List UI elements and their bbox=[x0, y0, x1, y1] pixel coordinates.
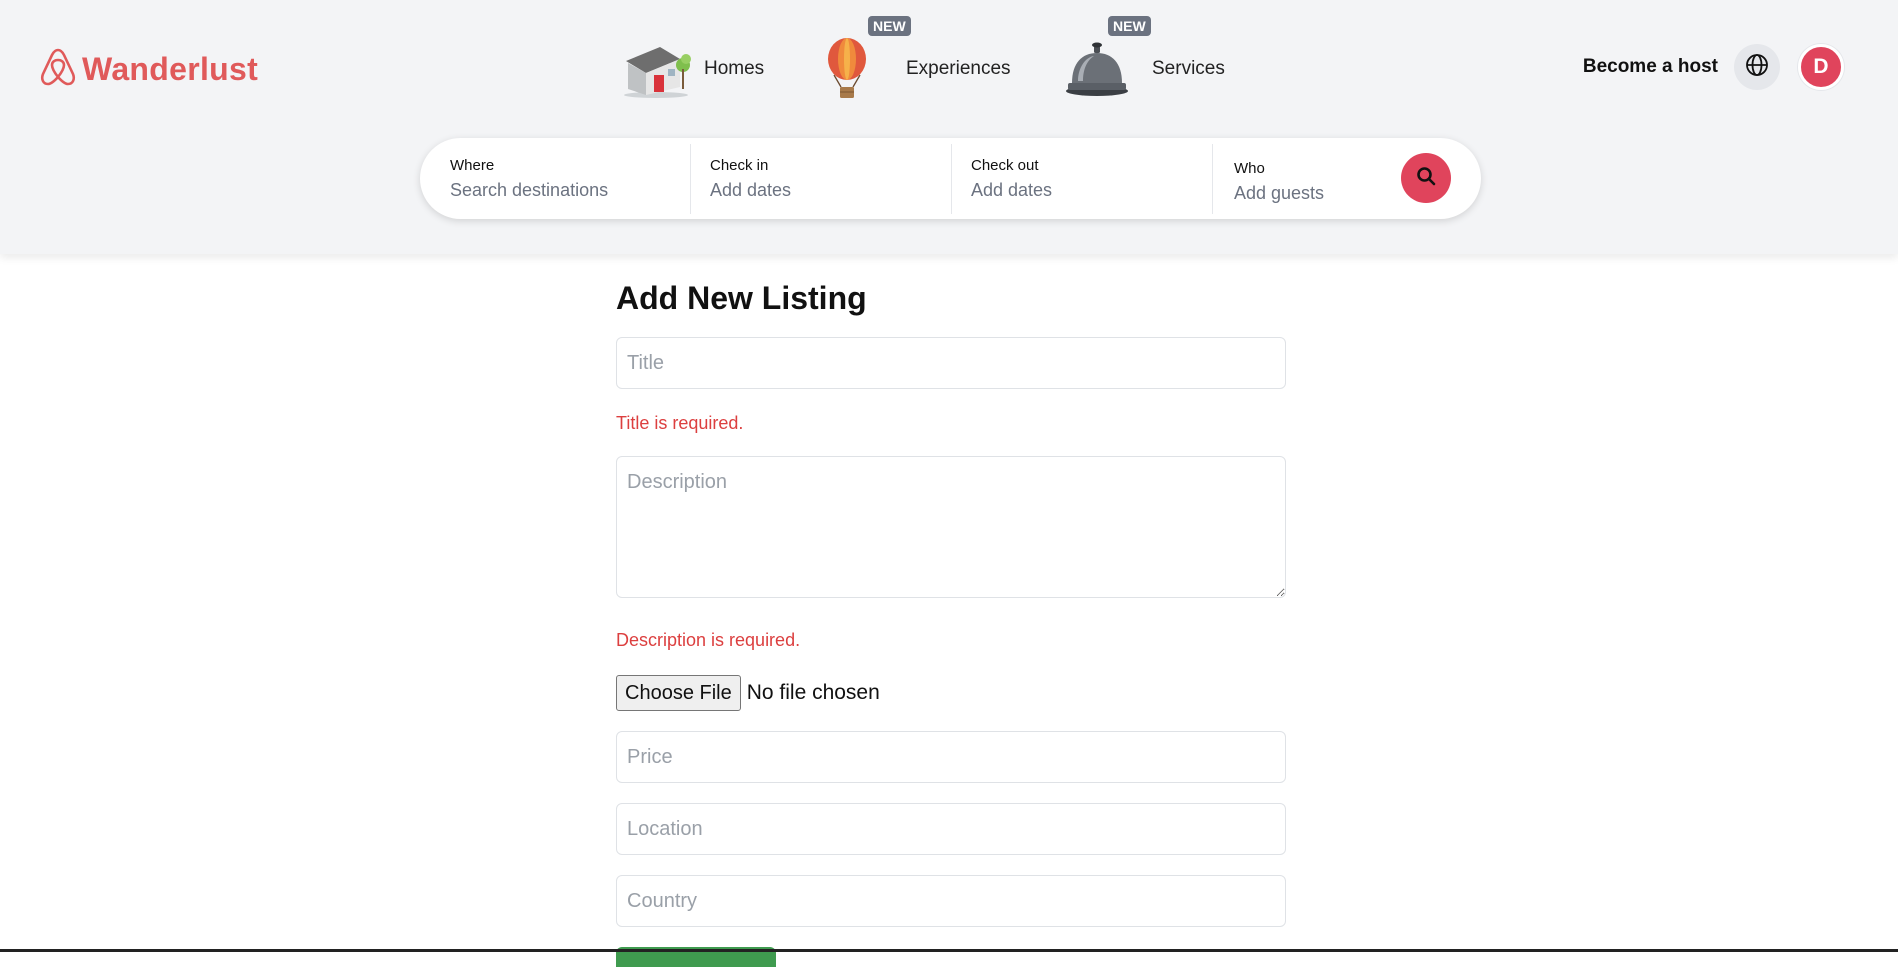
airbnb-logo-icon bbox=[38, 46, 78, 93]
who-label: Who bbox=[1234, 159, 1265, 177]
search-check-in[interactable]: Check in Add dates bbox=[691, 138, 951, 219]
user-avatar[interactable]: D bbox=[1798, 44, 1844, 90]
country-input[interactable] bbox=[616, 875, 1286, 927]
file-status: No file chosen bbox=[746, 681, 880, 704]
where-label: Where bbox=[450, 156, 495, 174]
search-bar: Where Search destinations Check in Add d… bbox=[420, 138, 1481, 219]
page-title: Add New Listing bbox=[616, 280, 867, 316]
logo[interactable]: Wanderlust bbox=[38, 46, 258, 93]
description-error: Description is required. bbox=[616, 630, 801, 650]
title-error: Title is required. bbox=[616, 413, 744, 433]
check-out-label: Check out bbox=[971, 156, 1039, 174]
house-icon bbox=[620, 39, 692, 99]
image-upload: Choose File No file chosen bbox=[616, 675, 1286, 711]
search-check-out[interactable]: Check out Add dates bbox=[952, 138, 1212, 219]
search-who[interactable]: Who Add guests bbox=[1213, 138, 1413, 219]
price-input[interactable] bbox=[616, 731, 1286, 783]
where-placeholder: Search destinations bbox=[450, 179, 609, 200]
check-in-placeholder: Add dates bbox=[710, 179, 792, 200]
site-header: Wanderlust Homes NEW Experiences NEW Ser… bbox=[0, 0, 1898, 254]
header-actions: Become a host D bbox=[1583, 44, 1844, 90]
service-bell-icon bbox=[1064, 41, 1130, 97]
nav-item-experiences[interactable]: NEW Experiences bbox=[790, 16, 1030, 104]
location-input[interactable] bbox=[616, 803, 1286, 855]
new-listing-form: Add New Listing Title is required. Descr… bbox=[616, 280, 1286, 967]
become-host-link[interactable]: Become a host bbox=[1583, 56, 1718, 78]
category-nav: Homes NEW Experiences NEW Services bbox=[620, 16, 1284, 104]
search-where[interactable]: Where Search destinations bbox=[420, 138, 690, 219]
description-input[interactable] bbox=[616, 456, 1286, 598]
nav-item-homes[interactable]: Homes bbox=[620, 34, 790, 104]
hot-air-balloon-icon bbox=[820, 37, 874, 101]
check-out-placeholder: Add dates bbox=[971, 179, 1053, 200]
brand-name: Wanderlust bbox=[82, 51, 259, 87]
language-button[interactable] bbox=[1734, 44, 1780, 90]
title-input[interactable] bbox=[616, 337, 1286, 389]
new-badge: NEW bbox=[1108, 16, 1151, 36]
nav-label-experiences: Experiences bbox=[906, 58, 1011, 79]
check-in-label: Check in bbox=[710, 156, 769, 174]
nav-label-homes: Homes bbox=[704, 58, 765, 79]
globe-icon bbox=[1745, 53, 1769, 82]
nav-item-services[interactable]: NEW Services bbox=[1064, 16, 1284, 104]
new-badge: NEW bbox=[868, 16, 911, 36]
who-placeholder: Add guests bbox=[1234, 182, 1325, 203]
choose-file-button[interactable]: Choose File bbox=[616, 675, 741, 711]
nav-label-services: Services bbox=[1152, 58, 1225, 79]
search-button[interactable] bbox=[1401, 153, 1451, 203]
search-icon bbox=[1416, 166, 1436, 191]
